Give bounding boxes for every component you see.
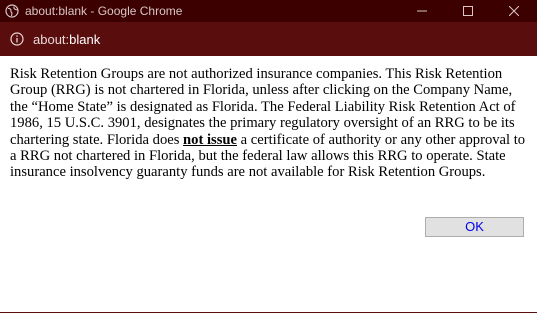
window-controls: [399, 0, 537, 22]
close-icon: [509, 6, 519, 16]
minimize-button[interactable]: [399, 0, 445, 22]
disclaimer-message: Risk Retention Groups are not authorized…: [10, 66, 530, 181]
page-content: Risk Retention Groups are not authorized…: [0, 56, 537, 313]
window-title: about:blank - Google Chrome: [25, 4, 183, 18]
minimize-icon: [417, 10, 427, 12]
maximize-icon: [463, 6, 473, 16]
url-host: blank: [69, 31, 101, 47]
title-bar: about:blank - Google Chrome: [0, 0, 537, 22]
message-emphasis: not issue: [183, 131, 237, 148]
close-button[interactable]: [491, 0, 537, 22]
maximize-button[interactable]: [445, 0, 491, 22]
chrome-popup-window: about:blank - Google Chrome about:blank …: [0, 0, 537, 313]
url-text: about:blank: [33, 32, 100, 47]
address-bar[interactable]: about:blank: [0, 22, 537, 56]
info-icon[interactable]: [10, 32, 24, 46]
url-scheme: about:: [33, 31, 70, 47]
globe-icon: [5, 4, 19, 18]
ok-button[interactable]: OK: [425, 217, 524, 237]
